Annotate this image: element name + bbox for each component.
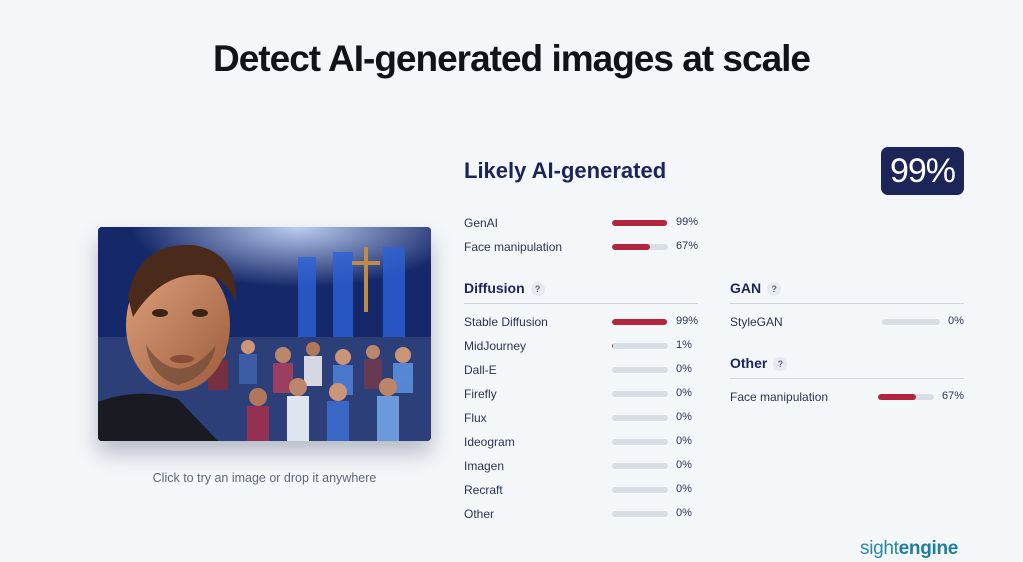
score-bar <box>612 415 668 421</box>
score-row: Face manipulation 67% <box>464 237 706 257</box>
section-other: Other? <box>730 355 964 379</box>
sample-image-illustration <box>98 227 431 441</box>
score-bar <box>612 487 668 493</box>
score-bar <box>612 220 668 226</box>
sample-image[interactable] <box>98 227 431 441</box>
score-label: Face manipulation <box>464 240 563 254</box>
score-row: Stable Diffusion 99% <box>464 312 706 332</box>
score-bar <box>612 244 668 250</box>
score-row: Recraft 0% <box>464 480 706 500</box>
section-diffusion: Diffusion? <box>464 280 698 304</box>
score-row: GenAI 99% <box>464 213 706 233</box>
score-label: Flux <box>464 411 487 425</box>
score-bar <box>882 319 940 325</box>
score-percent: 0% <box>948 315 964 327</box>
score-row: Flux 0% <box>464 408 706 428</box>
score-label: Recraft <box>464 483 503 497</box>
score-bar <box>878 394 934 400</box>
score-percent: 0% <box>676 363 692 375</box>
help-icon[interactable]: ? <box>530 282 545 296</box>
section-gan-title: GAN <box>730 280 762 296</box>
score-percent: 99% <box>676 315 699 327</box>
score-percent: 0% <box>676 411 692 423</box>
score-label: Other <box>464 507 495 521</box>
score-percent: 0% <box>676 387 692 399</box>
help-icon[interactable]: ? <box>773 357 788 371</box>
score-percent: 0% <box>676 507 692 519</box>
score-label: GenAI <box>464 216 499 230</box>
score-row: Firefly 0% <box>464 384 706 404</box>
score-bar <box>612 319 668 325</box>
score-bar-fill <box>612 220 667 226</box>
score-label: Dall-E <box>464 363 497 377</box>
score-bar-fill <box>878 394 916 400</box>
score-bar <box>612 511 668 517</box>
brand-logo[interactable]: sightengine <box>860 538 958 560</box>
upload-caption[interactable]: Click to try an image or drop it anywher… <box>98 471 431 485</box>
score-bar <box>612 391 668 397</box>
score-row: Other 0% <box>464 504 706 524</box>
section-other-title: Other <box>730 355 768 371</box>
score-percent: 67% <box>942 390 965 402</box>
score-bar-fill <box>612 319 667 325</box>
score-label: Firefly <box>464 387 497 401</box>
verdict-title: Likely AI-generated <box>464 158 667 183</box>
page-headline: Detect AI-generated images at scale <box>213 38 811 79</box>
score-label: Face manipulation <box>730 390 829 404</box>
score-row: Dall-E 0% <box>464 360 706 380</box>
score-percent: 67% <box>676 240 699 252</box>
score-percent: 0% <box>676 459 692 471</box>
score-badge: 99% <box>881 147 964 195</box>
score-percent: 99% <box>676 216 699 228</box>
score-label: Imagen <box>464 459 505 473</box>
score-bar-fill <box>612 244 650 250</box>
score-row: Ideogram 0% <box>464 432 706 452</box>
score-bar-fill <box>612 343 613 349</box>
score-percent: 1% <box>676 339 692 351</box>
score-row: Imagen 0% <box>464 456 706 476</box>
section-gan: GAN? <box>730 280 964 304</box>
score-bar <box>612 439 668 445</box>
brand-logo-part1: sight <box>860 538 899 559</box>
score-bar <box>612 343 668 349</box>
brand-logo-part2: engine <box>898 538 959 559</box>
section-diffusion-title: Diffusion <box>464 280 525 296</box>
score-label: StyleGAN <box>730 315 783 329</box>
help-icon[interactable]: ? <box>767 282 782 296</box>
score-row: MidJourney 1% <box>464 336 706 356</box>
score-bar <box>612 463 668 469</box>
score-label: MidJourney <box>464 339 527 353</box>
score-label: Stable Diffusion <box>464 315 548 329</box>
score-percent: 0% <box>676 483 692 495</box>
score-label: Ideogram <box>464 435 515 449</box>
score-row: StyleGAN 0% <box>730 312 978 332</box>
score-row: Face manipulation 67% <box>730 387 972 407</box>
score-percent: 0% <box>676 435 692 447</box>
score-bar <box>612 367 668 373</box>
